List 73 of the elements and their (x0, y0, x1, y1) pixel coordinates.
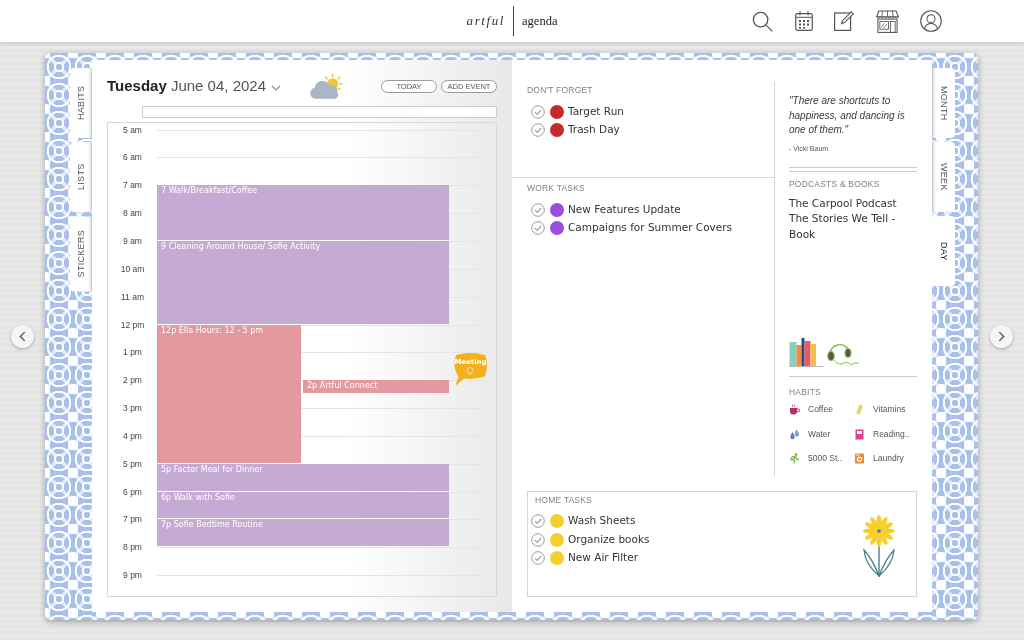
next-page-button[interactable] (989, 325, 1013, 348)
task-text: New Air Filter (568, 550, 638, 566)
chevron-down-icon[interactable] (271, 85, 281, 91)
date-heading: Tuesday June 04, 2024 (107, 76, 266, 97)
section-heading: HOME TASKS (534, 495, 593, 505)
section-heading: HABITS (789, 386, 822, 397)
section-heading: DON'T FORGET (527, 85, 594, 95)
check-circle-icon[interactable] (531, 221, 545, 235)
flower-drawing (861, 513, 897, 578)
hour-label: 7 am (123, 180, 142, 191)
hour-label: 5 pm (123, 458, 142, 469)
water-drops-icon[interactable] (789, 428, 800, 440)
sun-cloud-icon (309, 73, 343, 100)
task-text: Target Run (568, 104, 624, 120)
user-icon[interactable] (920, 10, 942, 32)
coffee-cup-icon[interactable] (789, 404, 800, 416)
side-tab[interactable]: HABITS (70, 68, 92, 138)
books-icon (789, 336, 823, 367)
calendar-icon[interactable] (794, 11, 813, 31)
search-icon[interactable] (752, 10, 773, 32)
task-text: Trash Day (568, 122, 620, 138)
side-tab[interactable]: LISTS (70, 142, 92, 212)
hour-label: 11 am (121, 291, 144, 302)
hour-label: 8 am (123, 208, 142, 219)
section-heading: WORK TASKS (527, 183, 586, 193)
hour-label: 3 pm (123, 403, 142, 414)
store-icon[interactable] (875, 9, 899, 33)
hour-label: 8 pm (123, 542, 142, 553)
hour-label: 12 pm (120, 319, 145, 330)
check-circle-icon[interactable] (531, 532, 545, 547)
washing-machine-icon[interactable] (854, 453, 865, 465)
hour-label: 1 pm (123, 347, 142, 358)
edit-icon[interactable] (834, 11, 854, 31)
hour-label: 9 pm (123, 570, 142, 581)
habit-label[interactable]: 5000 St.. (808, 452, 843, 466)
previous-page-button[interactable] (11, 325, 34, 348)
task-text: Campaigns for Summer Covers (568, 220, 733, 236)
chevron-left-icon (19, 331, 26, 342)
habit-label[interactable]: Reading.. (873, 427, 910, 441)
runner-icon[interactable] (789, 453, 800, 465)
quote-text: "There are shortcuts to happiness, and dancing is one of them." (789, 94, 906, 137)
side-tab[interactable]: STICKERS (70, 216, 92, 292)
habit-label[interactable]: Laundry (873, 452, 904, 466)
section-heading: PODCASTS & BOOKS (789, 178, 881, 189)
check-circle-icon[interactable] (531, 105, 545, 119)
hour-label: 2 pm (123, 375, 142, 386)
input-field[interactable] (142, 106, 497, 118)
podcast-title: The Carpool Podcast (789, 195, 898, 211)
task-text: New Features Update (568, 202, 681, 218)
logo-text: agenda (522, 12, 558, 30)
book-icon[interactable] (854, 428, 865, 440)
hour-label: 10 am (120, 263, 145, 274)
podcast-title: The Stories We Tell - Book (789, 211, 897, 242)
habit-label[interactable]: Water (808, 427, 831, 441)
chevron-right-icon (997, 331, 1005, 342)
hour-label: 7 pm (123, 514, 142, 525)
check-circle-icon[interactable] (531, 514, 545, 529)
hour-label: 5 am (123, 124, 142, 135)
check-circle-icon[interactable] (531, 123, 545, 137)
logo-text: artful (466, 12, 506, 31)
hour-label: 4 pm (123, 430, 142, 441)
task-text: Wash Sheets (568, 513, 636, 529)
side-tab[interactable]: DAY (932, 216, 955, 286)
side-tab[interactable]: MONTH (932, 68, 955, 138)
task-text: Organize books (568, 531, 650, 547)
check-circle-icon[interactable] (531, 203, 545, 217)
check-circle-icon[interactable] (531, 551, 545, 566)
side-tab[interactable]: WEEK (932, 142, 955, 212)
hour-label: 9 am (123, 236, 142, 246)
habit-label[interactable]: Vitamins (873, 403, 906, 417)
habit-label[interactable]: Coffee (808, 403, 833, 417)
hour-label: 6 pm (123, 486, 142, 497)
hour-label: 6 am (123, 152, 142, 163)
